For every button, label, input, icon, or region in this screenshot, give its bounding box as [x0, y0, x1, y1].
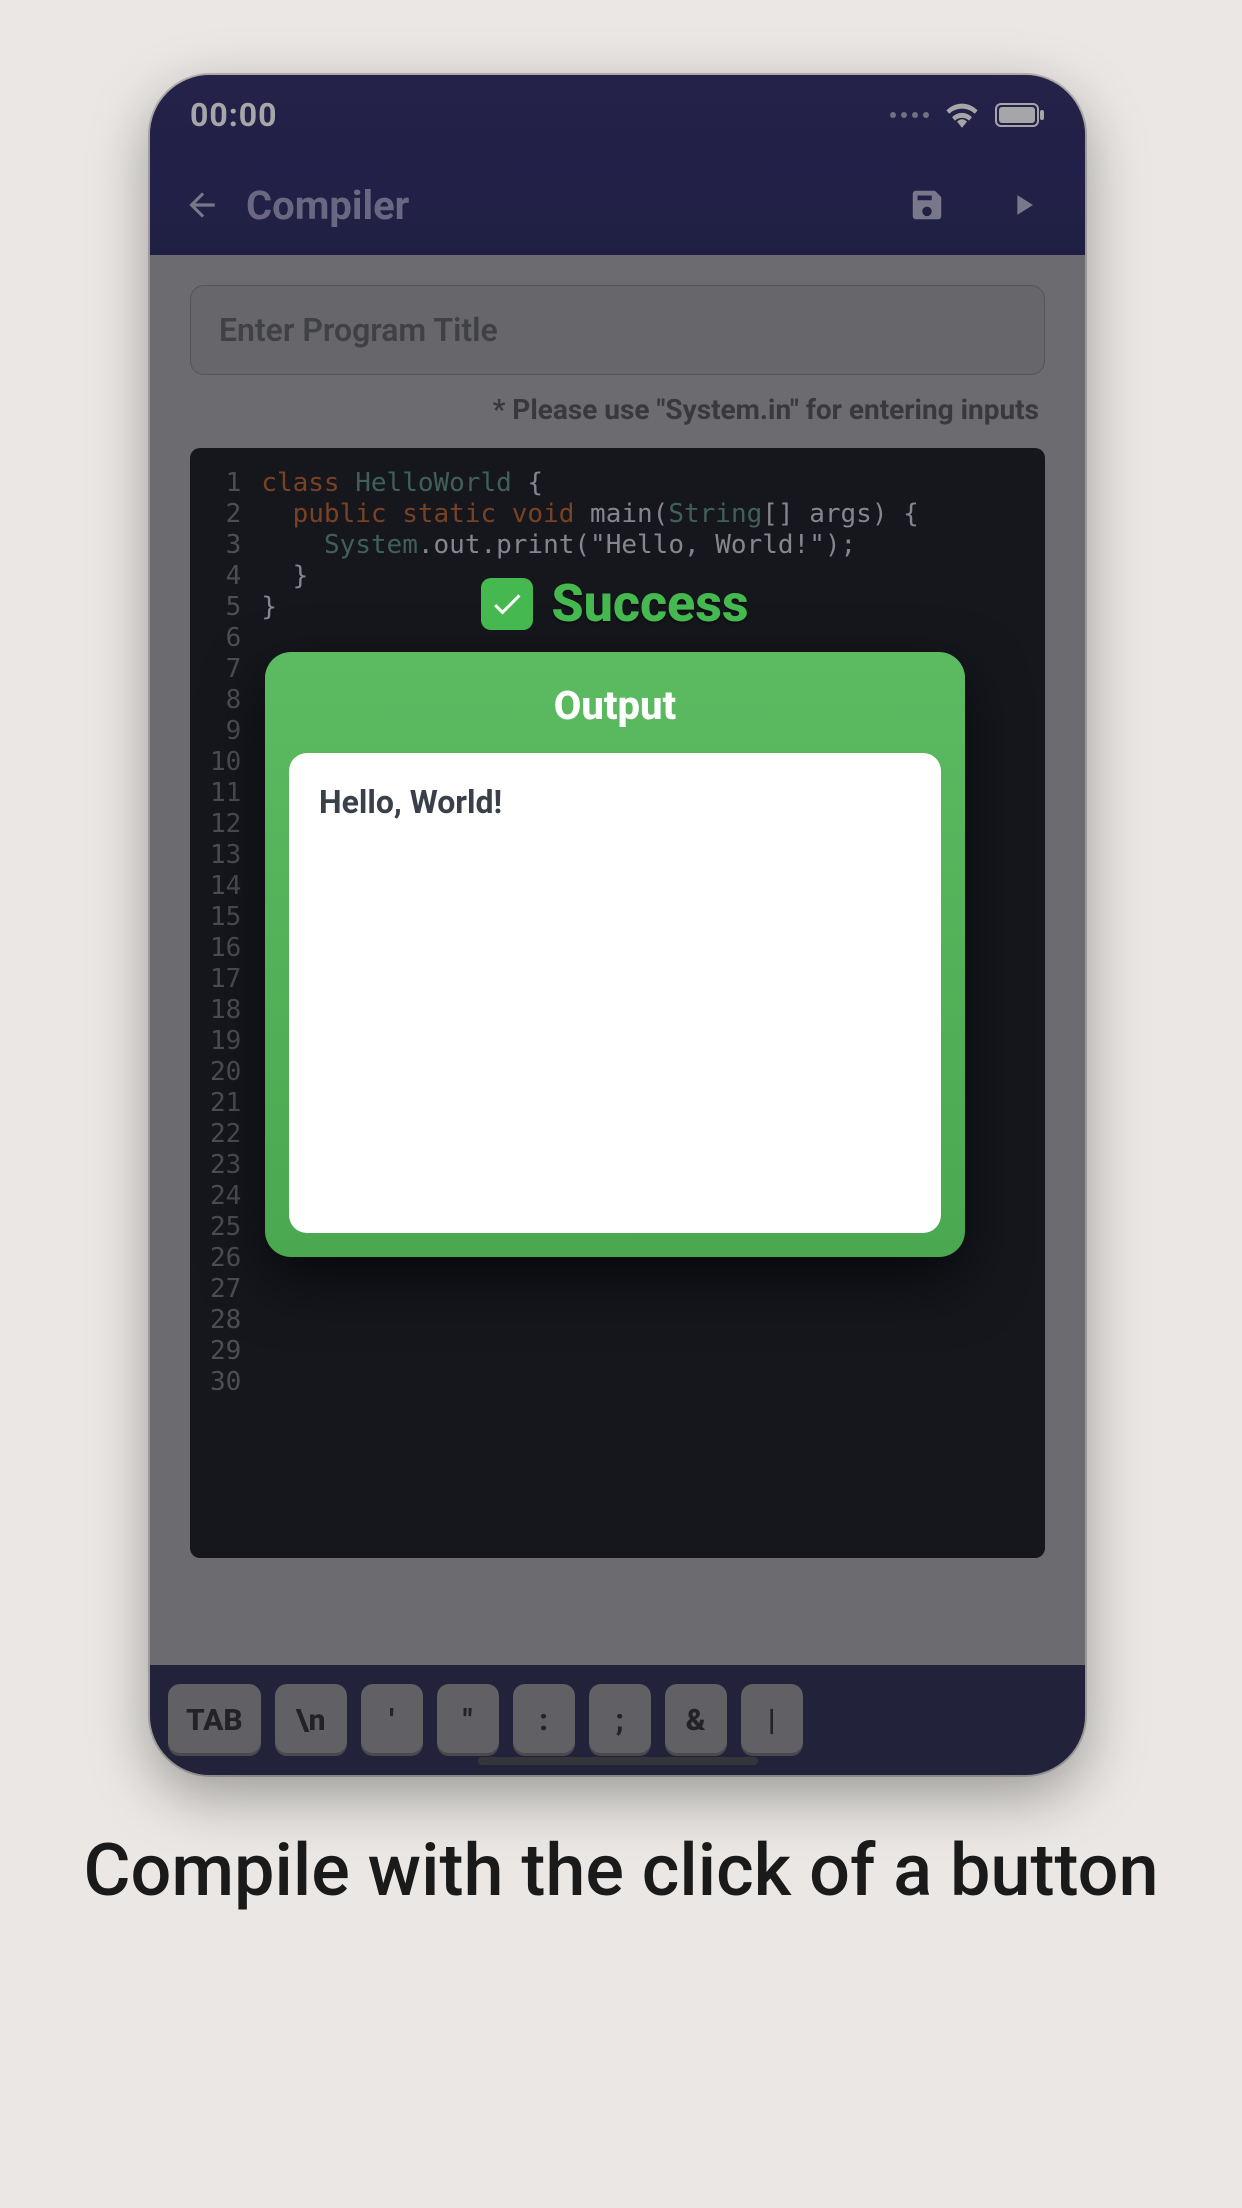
phone-frame: 00:00 Compiler: [150, 75, 1085, 1775]
output-body: Hello, World!: [289, 753, 941, 1233]
output-text: Hello, World!: [319, 783, 502, 821]
modal-overlay[interactable]: Success Output Hello, World!: [150, 75, 1085, 1775]
success-text: Success: [551, 573, 748, 634]
output-title: Output: [265, 652, 965, 753]
promo-caption: Compile with the click of a button: [0, 1830, 1242, 1913]
success-banner: Success: [265, 573, 965, 634]
app-screen: 00:00 Compiler: [150, 75, 1085, 1775]
check-icon: [481, 578, 533, 630]
output-card: Output Hello, World!: [265, 652, 965, 1257]
